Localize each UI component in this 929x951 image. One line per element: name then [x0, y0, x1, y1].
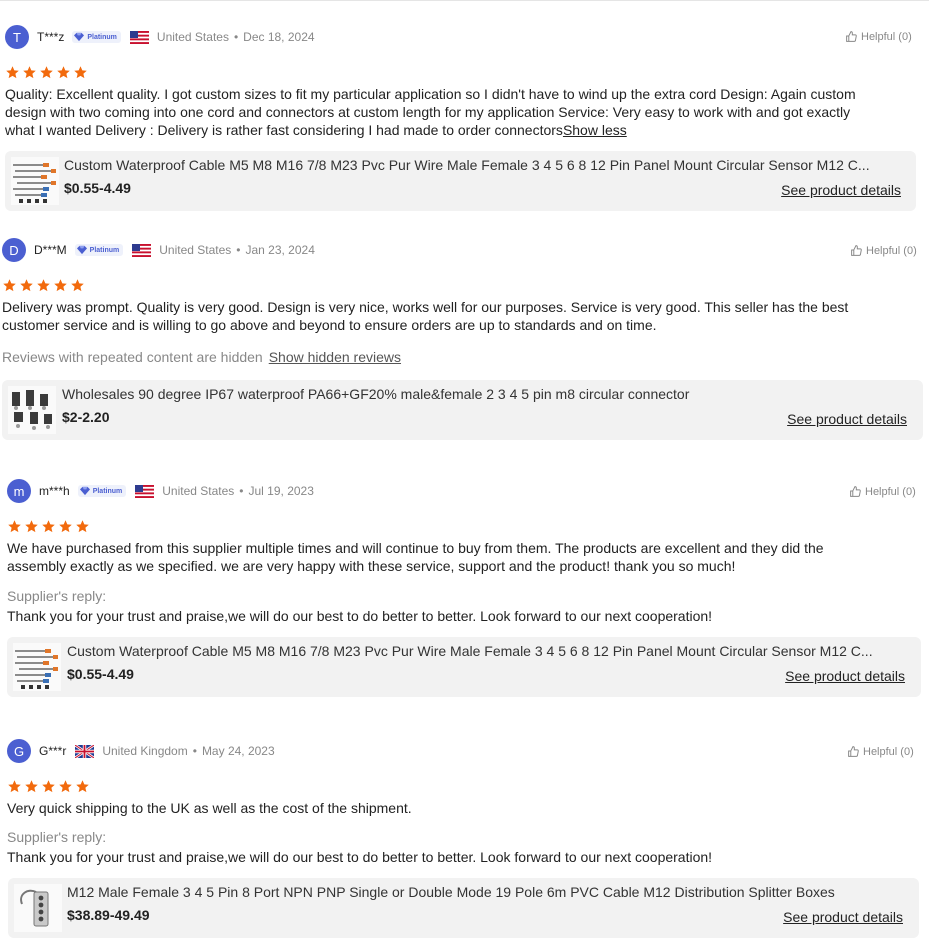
star-icon [5, 65, 20, 80]
platinum-badge: Platinum [77, 485, 127, 497]
uk-flag-icon [75, 745, 94, 758]
separator-dot: • [233, 30, 239, 44]
separator-dot: • [239, 484, 244, 498]
star-icon [7, 779, 22, 794]
product-thumbnail [8, 386, 56, 434]
reviewer-country: United Kingdom [102, 744, 188, 758]
reviewer-country: United States [162, 484, 235, 498]
top-divider [0, 0, 929, 1]
product-card[interactable]: Custom Waterproof Cable M5 M8 M16 7/8 M2… [7, 637, 921, 697]
reviewer-name: T***z [37, 30, 65, 44]
supplier-reply-label: Supplier's reply: [7, 829, 107, 845]
avatar: T [5, 25, 29, 49]
review-header: m m***h Platinum United States • Jul 19,… [7, 478, 314, 504]
star-icon [24, 779, 39, 794]
avatar: m [7, 479, 31, 503]
reviewer-name: m***h [39, 484, 70, 498]
product-card[interactable]: M12 Male Female 3 4 5 Pin 8 Port NPN PNP… [8, 878, 919, 938]
show-hidden-reviews-link[interactable]: Show hidden reviews [269, 349, 401, 365]
star-icon [75, 779, 90, 794]
star-icon [58, 779, 73, 794]
us-flag-icon [135, 485, 154, 498]
review-text: Delivery was prompt. Quality is very goo… [2, 299, 849, 333]
us-flag-icon [130, 31, 149, 44]
platinum-badge: Platinum [74, 244, 124, 256]
avatar: D [2, 238, 26, 262]
star-icon [39, 65, 54, 80]
helpful-button[interactable]: Helpful (0) [850, 244, 917, 257]
diamond-icon [74, 32, 84, 42]
product-price: $0.55-4.49 [64, 180, 131, 196]
separator-dot: • [192, 744, 197, 758]
diamond-icon [77, 245, 87, 255]
star-icon [36, 278, 51, 293]
product-thumbnail [13, 643, 61, 691]
review-date: May 24, 2023 [201, 744, 275, 758]
review-header: G G***r United Kingdom • May 24, 2023 [7, 738, 275, 764]
product-price: $38.89-49.49 [67, 907, 150, 923]
thumbs-up-icon [845, 30, 858, 43]
us-flag-icon [132, 244, 151, 257]
product-card[interactable]: Wholesales 90 degree IP67 waterproof PA6… [2, 380, 923, 440]
rating-stars [7, 779, 92, 794]
rating-stars [5, 65, 90, 80]
product-thumbnail [11, 157, 59, 205]
helpful-button[interactable]: Helpful (0) [849, 485, 916, 498]
helpful-button[interactable]: Helpful (0) [847, 745, 914, 758]
rating-stars [2, 278, 87, 293]
star-icon [19, 278, 34, 293]
hidden-reviews-note: Reviews with repeated content are hidden… [2, 349, 402, 365]
review-date: Jan 23, 2024 [245, 243, 315, 257]
avatar: G [7, 739, 31, 763]
review-header: D D***M Platinum United States • Jan 23,… [2, 237, 315, 263]
review-date: Dec 18, 2024 [243, 30, 315, 44]
supplier-reply-text: Thank you for your trust and praise,we w… [7, 608, 713, 624]
star-icon [53, 278, 68, 293]
see-product-details-link[interactable]: See product details [783, 909, 903, 925]
star-icon [24, 519, 39, 534]
star-icon [2, 278, 17, 293]
star-icon [73, 65, 88, 80]
separator-dot: • [236, 243, 241, 257]
supplier-reply-text: Thank you for your trust and praise,we w… [7, 849, 713, 865]
diamond-icon [80, 486, 90, 496]
product-thumbnail [14, 884, 62, 932]
thumbs-up-icon [850, 244, 863, 257]
product-title[interactable]: Custom Waterproof Cable M5 M8 M16 7/8 M2… [64, 157, 909, 173]
product-title[interactable]: Wholesales 90 degree IP67 waterproof PA6… [62, 386, 912, 402]
star-icon [75, 519, 90, 534]
product-title[interactable]: M12 Male Female 3 4 5 Pin 8 Port NPN PNP… [67, 884, 907, 900]
review-text: Quality: Excellent quality. I got custom… [5, 86, 856, 138]
product-title[interactable]: Custom Waterproof Cable M5 M8 M16 7/8 M2… [67, 643, 909, 659]
supplier-reply-label: Supplier's reply: [7, 588, 107, 604]
review-text: Very quick shipping to the UK as well as… [7, 800, 412, 816]
star-icon [7, 519, 22, 534]
show-less-link[interactable]: Show less [563, 122, 627, 138]
reviewer-name: G***r [39, 744, 67, 758]
star-icon [41, 519, 56, 534]
review-date: Jul 19, 2023 [248, 484, 314, 498]
reviewer-country: United States [159, 243, 232, 257]
product-price: $0.55-4.49 [67, 666, 134, 682]
review-text: We have purchased from this supplier mul… [7, 540, 824, 574]
see-product-details-link[interactable]: See product details [787, 411, 907, 427]
platinum-badge: Platinum [72, 31, 121, 43]
rating-stars [7, 519, 92, 534]
star-icon [22, 65, 37, 80]
see-product-details-link[interactable]: See product details [785, 668, 905, 684]
reviewer-country: United States [156, 30, 229, 44]
star-icon [41, 779, 56, 794]
thumbs-up-icon [847, 745, 860, 758]
reviewer-name: D***M [34, 243, 67, 257]
thumbs-up-icon [849, 485, 862, 498]
review-header: T T***z Platinum United States • Dec 18,… [5, 24, 315, 50]
star-icon [70, 278, 85, 293]
product-price: $2-2.20 [62, 409, 110, 425]
helpful-button[interactable]: Helpful (0) [845, 30, 912, 43]
product-card[interactable]: Custom Waterproof Cable M5 M8 M16 7/8 M2… [5, 151, 916, 211]
star-icon [58, 519, 73, 534]
see-product-details-link[interactable]: See product details [781, 182, 901, 198]
star-icon [56, 65, 71, 80]
